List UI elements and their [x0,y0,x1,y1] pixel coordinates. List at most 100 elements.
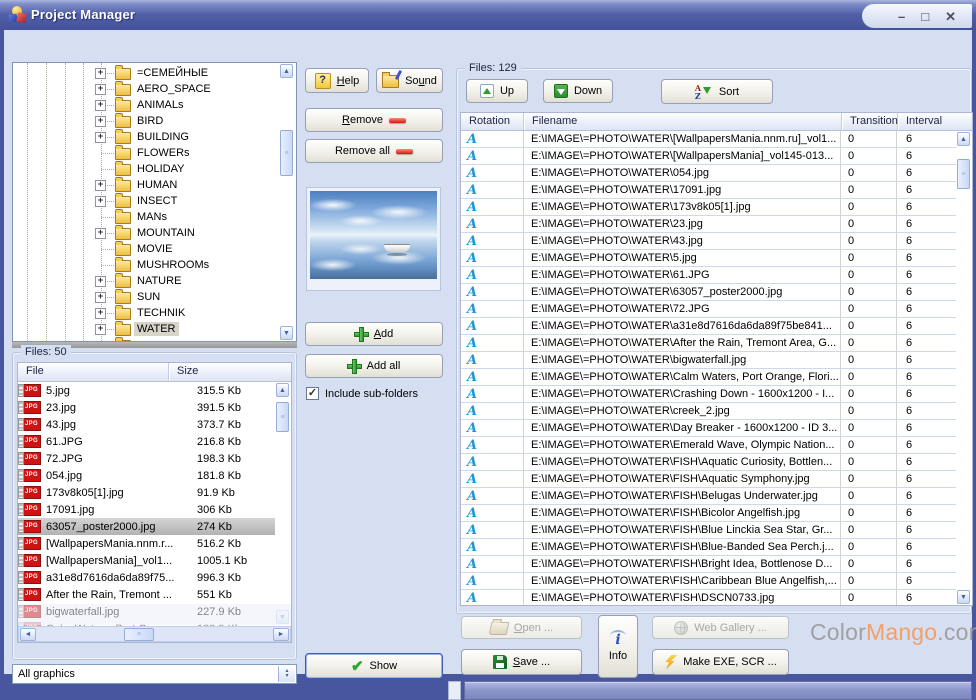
playlist-row[interactable]: A E:\IMAGE\=PHOTO\WATER\FISH\DSCN0733.jpg… [461,590,956,605]
playlist-row[interactable]: A E:\IMAGE\=PHOTO\WATER\FISH\Caribbean Bl… [461,573,956,590]
tree-item[interactable]: + NATURE [13,273,278,289]
playlist-row[interactable]: A E:\IMAGE\=PHOTO\WATER\054.jpg 0 6 [461,165,956,182]
expand-icon[interactable]: + [95,276,106,287]
file-row[interactable]: JPG 43.jpg 373.7 Kb [18,416,275,433]
playlist-row[interactable]: A E:\IMAGE\=PHOTO\WATER\FISH\Aquatic Curi… [461,454,956,471]
playlist-row[interactable]: A E:\IMAGE\=PHOTO\WATER\Emerald Wave, Oly… [461,437,956,454]
file-row[interactable]: JPG After the Rain, Tremont ... 551 Kb [18,586,275,603]
tree-item[interactable]: + INSECT [13,193,278,209]
column-header-interval[interactable]: Interval [898,113,972,130]
scroll-up-icon[interactable]: ▲ [280,64,293,78]
file-row[interactable]: JPG 17091.jpg 306 Kb [18,501,275,518]
save-button[interactable]: Save ... [461,649,582,675]
title-bar[interactable]: Project Manager – □ ✕ [0,0,976,30]
move-up-button[interactable]: Up [466,79,528,103]
show-button[interactable]: ✔ Show [305,653,443,679]
expand-icon[interactable]: + [95,324,106,335]
playlist-row[interactable]: A E:\IMAGE\=PHOTO\WATER\17091.jpg 0 6 [461,182,956,199]
tree-item[interactable]: HOLIDAY [13,161,278,177]
make-exe-button[interactable]: Make EXE, SCR ... [652,649,789,675]
sort-button[interactable]: A Z Sort [661,79,773,104]
add-all-button[interactable]: Add all [305,354,443,378]
playlist-row[interactable]: A E:\IMAGE\=PHOTO\WATER\61.JPG 0 6 [461,267,956,284]
tree-item[interactable]: MOVIE [13,241,278,257]
close-button[interactable]: ✕ [945,10,956,23]
playlist-row[interactable]: A E:\IMAGE\=PHOTO\WATER\[WallpapersMania]… [461,148,956,165]
scroll-up-icon[interactable]: ▲ [957,132,970,146]
file-row[interactable]: JPG [WallpapersMania.nnm.r... 516.2 Kb [18,535,275,552]
playlist-row[interactable]: A E:\IMAGE\=PHOTO\WATER\43.jpg 0 6 [461,233,956,250]
expand-icon[interactable]: + [95,308,106,319]
file-row[interactable]: JPG 23.jpg 391.5 Kb [18,399,275,416]
add-button[interactable]: Add [305,322,443,346]
playlist-row[interactable]: A E:\IMAGE\=PHOTO\WATER\FISH\Blue Linckia… [461,522,956,539]
file-row[interactable]: JPG a31e8d7616da6da89f75... 996.3 Kb [18,569,275,586]
scroll-down-icon[interactable]: ▼ [957,590,970,604]
include-subfolders-checkbox[interactable]: ✓ [306,387,319,400]
help-button[interactable]: ? Help [305,68,369,93]
column-header-transition[interactable]: Transition [842,113,898,130]
playlist-row[interactable]: A E:\IMAGE\=PHOTO\WATER\63057_poster2000.… [461,284,956,301]
scroll-thumb[interactable]: ≡ [957,159,970,189]
expand-icon[interactable]: + [95,228,106,239]
tree-item[interactable]: + SUN [13,289,278,305]
playlist-row[interactable]: A E:\IMAGE\=PHOTO\WATER\FISH\Bicolor Ange… [461,505,956,522]
tree-item[interactable]: MUSHROOMs [13,257,278,273]
file-row[interactable]: JPG 72.JPG 198.3 Kb [18,450,275,467]
scroll-up-icon[interactable]: ▲ [276,383,289,397]
move-down-button[interactable]: Down [543,79,613,103]
tree-item[interactable]: + WATER [13,321,278,337]
file-row[interactable]: JPG 054.jpg 181.8 Kb [18,467,275,484]
playlist-row[interactable]: A E:\IMAGE\=PHOTO\WATER\173v8k05[1].jpg 0 6 [461,199,956,216]
open-button[interactable]: Open ... [461,616,582,639]
file-row[interactable]: JPG 5.jpg 315.5 Kb [18,382,275,399]
expand-icon[interactable]: + [95,132,106,143]
web-gallery-button[interactable]: Web Gallery ... [652,616,789,639]
playlist-row[interactable]: A E:\IMAGE\=PHOTO\WATER\creek_2.jpg 0 6 [461,403,956,420]
playlist-row[interactable]: A E:\IMAGE\=PHOTO\WATER\FISH\Blue-Banded … [461,539,956,556]
playlist-row[interactable]: A E:\IMAGE\=PHOTO\WATER\FISH\Aquatic Symp… [461,471,956,488]
playlist-row[interactable]: A E:\IMAGE\=PHOTO\WATER\bigwaterfall.jpg 0… [461,352,956,369]
tree-item[interactable]: MANs [13,209,278,225]
column-header-rotation[interactable]: Rotation [461,113,524,130]
scroll-thumb[interactable]: ≡ [280,130,293,176]
file-row[interactable]: JPG bigwaterfall.jpg 227.9 Kb [18,603,275,620]
scroll-right-icon[interactable]: ► [273,628,289,641]
tree-item[interactable]: + TECHNIK [13,305,278,321]
playlist-row[interactable]: A E:\IMAGE\=PHOTO\WATER\5.jpg 0 6 [461,250,956,267]
tree-item[interactable]: + HUMAN [13,177,278,193]
column-header-size[interactable]: Size [169,363,291,381]
tree-item[interactable]: + BIRD [13,113,278,129]
tree-item[interactable]: + ANIMALs [13,97,278,113]
playlist-row[interactable]: A E:\IMAGE\=PHOTO\WATER\Crashing Down - 1… [461,386,956,403]
tree-item[interactable]: + BUILDING [13,129,278,145]
maximize-button[interactable]: □ [921,10,929,23]
expand-icon[interactable]: + [95,68,106,79]
minimize-button[interactable]: – [898,10,905,23]
playlist-row[interactable]: A E:\IMAGE\=PHOTO\WATER\FISH\Belugas Unde… [461,488,956,505]
playlist-row[interactable]: A E:\IMAGE\=PHOTO\WATER\[WallpapersMania.… [461,131,956,148]
scroll-left-icon[interactable]: ◄ [20,628,36,641]
file-row[interactable]: JPG 61.JPG 216.8 Kb [18,433,275,450]
file-row[interactable]: JPG 173v8k05[1].jpg 91.9 Kb [18,484,275,501]
playlist-row[interactable]: A E:\IMAGE\=PHOTO\WATER\Day Breaker - 160… [461,420,956,437]
file-list-hscrollbar[interactable]: ◄ ≡ ► [18,626,291,642]
playlist-row[interactable]: A E:\IMAGE\=PHOTO\WATER\FISH\Bright Idea,… [461,556,956,573]
playlist-row[interactable]: A E:\IMAGE\=PHOTO\WATER\After the Rain, T… [461,335,956,352]
scroll-down-icon[interactable]: ▼ [276,610,289,624]
expand-icon[interactable]: + [95,180,106,191]
tree-item[interactable]: + AERO_SPACE [13,81,278,97]
playlist-row[interactable]: A E:\IMAGE\=PHOTO\WATER\Calm Waters, Port… [461,369,956,386]
expand-icon[interactable]: + [95,84,106,95]
expand-icon[interactable]: + [95,196,106,207]
info-button[interactable]: i Info [598,615,638,678]
tree-scrollbar[interactable]: ▲ ≡ ▼ [279,64,295,340]
playlist-scrollbar[interactable]: ▲ ≡ ▼ [956,131,972,605]
file-list-scrollbar[interactable]: ▲ ≡ ▼ [275,382,291,625]
scroll-down-icon[interactable]: ▼ [280,326,293,340]
file-row[interactable]: JPG [WallpapersMania]_vol1... 1005.1 Kb [18,552,275,569]
expand-icon[interactable]: + [95,292,106,303]
expand-icon[interactable]: + [95,100,106,111]
column-header-file[interactable]: File [18,363,169,381]
scroll-thumb[interactable]: ≡ [276,402,289,432]
